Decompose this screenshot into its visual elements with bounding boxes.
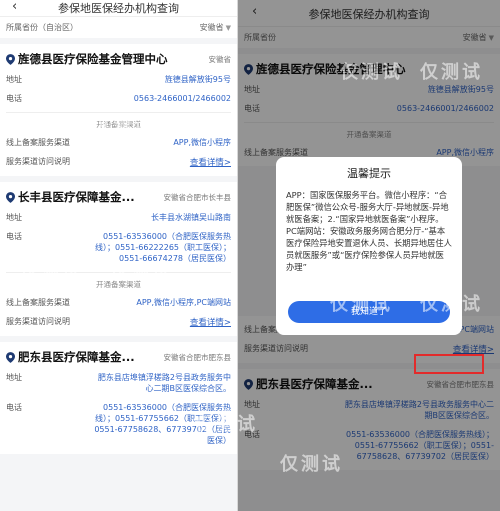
right-screen: ‹ 参保地医保经办机构查询 所属省份 安徽省 ▼ 旌德县医疗保险基金管理中心 地址… (238, 0, 500, 511)
left-topbar: ‹ 参保地医保经办机构查询 (0, 0, 237, 16)
location-pin-icon (6, 351, 15, 363)
address-value: 长丰县水湖镇吴山路南 (151, 213, 231, 222)
card-title: 旌德县医疗保险基金管理中心 (18, 52, 168, 66)
acknowledge-button[interactable]: 我知道了 (288, 301, 450, 323)
channels-header: 开通备案渠道 (6, 112, 231, 133)
left-screen: ‹ 参保地医保经办机构查询 所属省份（自治区） 安徽省 ▼ 旌德县医疗保险基金管理… (0, 0, 238, 511)
location-pin-icon (6, 191, 15, 203)
view-details-link[interactable]: 查看详情> (190, 156, 231, 168)
phone-label: 电话 (6, 403, 22, 412)
notice-dialog: 温馨提示 APP：国家医保服务平台。微信小程序：“合肥医保”微信公众号-服务大厅… (276, 157, 462, 335)
left-province-filter[interactable]: 所属省份（自治区） 安徽省 ▼ (0, 16, 237, 38)
left-page-title: 参保地医保经办机构查询 (58, 2, 179, 15)
phone-label: 电话 (6, 232, 22, 241)
phone-value[interactable]: 0551-63536000（合肥医保服务热线）；0551-67755662（职工… (91, 402, 231, 446)
phone-label: 电话 (6, 94, 22, 103)
location-pin-icon (6, 53, 15, 65)
address-label: 地址 (6, 213, 22, 222)
dialog-body: APP：国家医保服务平台。微信小程序：“合肥医保”微信公众号-服务大厅-异地就医… (286, 190, 452, 272)
highlight-box (414, 354, 484, 374)
institution-card[interactable]: 长丰县医疗保障基金... 安徽省合肥市长丰县 地址 长丰县水湖镇吴山路南 电话 05… (0, 182, 237, 336)
channel-desc-label: 服务渠道访问说明 (6, 317, 70, 326)
channels-header: 开通备案渠道 (6, 272, 231, 293)
address-label: 地址 (6, 373, 22, 382)
phone-value[interactable]: 0563-2466001/2466002 (134, 93, 231, 104)
online-channel-value: APP,微信小程序,PC端网站 (136, 298, 231, 307)
address-label: 地址 (6, 75, 22, 84)
address-value: 肥东县店埠镇浮槎路2号县政务服务中心二期B区医保综合区。 (97, 373, 231, 393)
channel-desc-label: 服务渠道访问说明 (6, 157, 70, 166)
institution-card[interactable]: 肥东县医疗保障基金... 安徽省合肥市肥东县 地址 肥东县店埠镇浮槎路2号县政务服… (0, 342, 237, 454)
online-channel-label: 线上备案服务渠道 (6, 138, 70, 147)
online-channel-label: 线上备案服务渠道 (6, 298, 70, 307)
card-title: 肥东县医疗保障基金... (18, 350, 135, 364)
address-value: 旌德县解放街95号 (164, 75, 231, 84)
card-region: 安徽省 (208, 54, 232, 64)
card-title: 长丰县医疗保障基金... (18, 190, 135, 204)
institution-card[interactable]: 旌德县医疗保险基金管理中心 安徽省 地址 旌德县解放街95号 电话 0563-246… (0, 44, 237, 176)
filter-value: 安徽省 (199, 23, 224, 32)
dialog-title: 温馨提示 (347, 167, 391, 180)
online-channel-value: APP,微信小程序 (173, 138, 231, 147)
filter-label: 所属省份（自治区） (6, 23, 78, 32)
view-details-link[interactable]: 查看详情> (190, 316, 231, 328)
card-region: 安徽省合肥市长丰县 (163, 192, 232, 202)
card-region: 安徽省合肥市肥东县 (163, 352, 232, 362)
chevron-down-icon: ▼ (225, 24, 231, 32)
phone-value[interactable]: 0551-63536000（合肥医保服务热线）；0551-66222265（职工… (91, 231, 231, 264)
